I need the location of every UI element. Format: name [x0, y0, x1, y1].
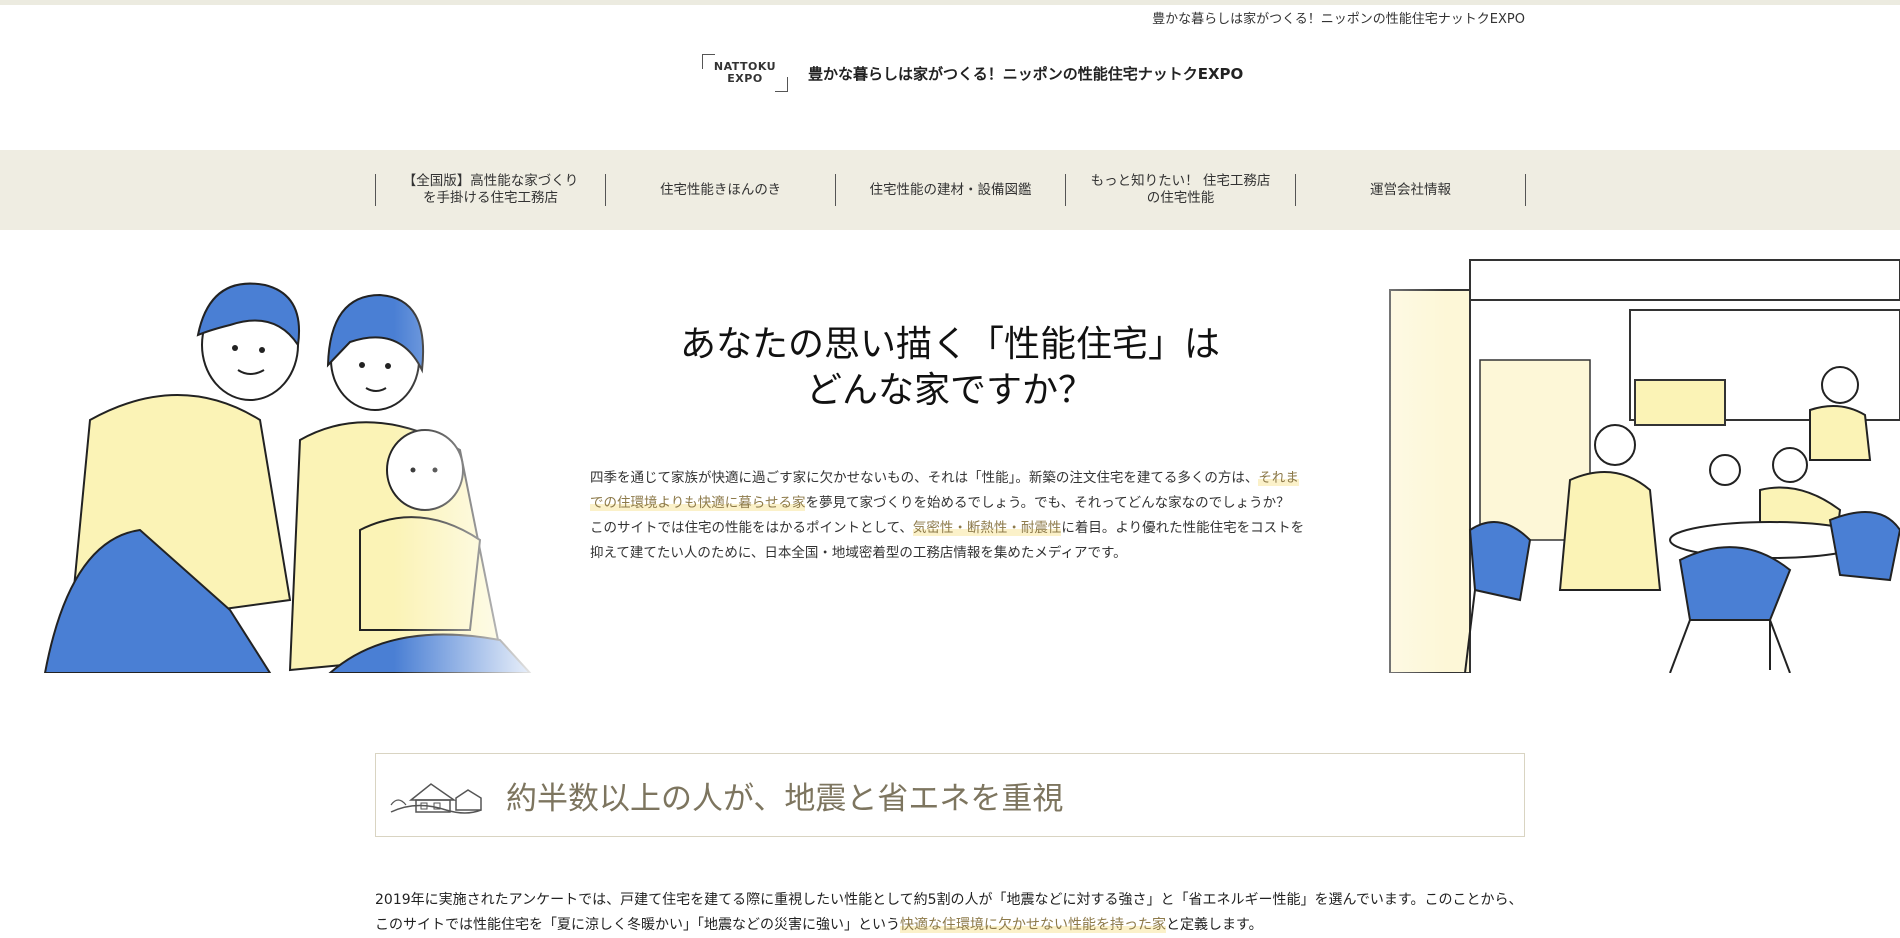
header-tagline: 豊かな暮らしは家がつくる！ニッポンの性能住宅ナットクEXPO: [1152, 12, 1525, 27]
hero-title: あなたの思い描く「性能住宅」は どんな家ですか？: [600, 322, 1300, 414]
hero-highlight-2: 気密性・断熱性・耐震性: [912, 520, 1062, 536]
top-strip: [0, 0, 1900, 5]
nav-item-more-info[interactable]: もっと知りたい！ 住宅工務店 の住宅性能: [1066, 173, 1296, 206]
section-text-2: と定義します。: [1166, 917, 1263, 933]
section-paragraph: 2019年に実施されたアンケートでは、戸建て住宅を建てる際に重視したい性能として…: [375, 888, 1535, 938]
hero-title-line-2: どんな家ですか？: [805, 370, 1094, 411]
site-title: 豊かな暮らしは家がつくる！ニッポンの性能住宅ナットクEXPO: [808, 64, 1244, 83]
site-logo: NATTOKU EXPO: [702, 54, 788, 92]
logo-line-2: EXPO: [727, 72, 763, 85]
nav-item-basics[interactable]: 住宅性能きほんのき: [606, 174, 836, 206]
site-logo-link[interactable]: NATTOKU EXPO 豊かな暮らしは家がつくる！ニッポンの性能住宅ナットクE…: [702, 54, 1243, 92]
section-heading-box: 約半数以上の人が、地震と省エネを重視: [375, 753, 1525, 837]
nav-item-company[interactable]: 運営会社情報: [1296, 174, 1526, 206]
main-nav: 【全国版】高性能な家づくり を手掛ける住宅工務店 住宅性能きほんのき 住宅性能の…: [0, 150, 1900, 230]
nav-item-materials[interactable]: 住宅性能の建材・設備図鑑: [836, 174, 1066, 206]
house-icon: [390, 783, 482, 814]
family-illustration: [30, 270, 550, 673]
section-highlight: 快適な住環境に欠かせない性能を持った家: [900, 917, 1166, 933]
section-title: 約半数以上の人が、地震と省エネを重視: [506, 780, 1064, 817]
hero-section: あなたの思い描く「性能住宅」は どんな家ですか？ 四季を通じて家族が快適に過ごす…: [0, 230, 1900, 673]
hero-description: 四季を通じて家族が快適に過ごす家に欠かせないもの、それは「性能」。新築の注文住宅…: [590, 466, 1305, 566]
dining-room-illustration: [1270, 230, 1900, 673]
hero-text-3: このサイトでは住宅の性能をはかるポイントとして、: [590, 520, 913, 536]
hero-text-2: を夢見て家づくりを始めるでしょう。でも、それってどんな家なのでしょうか？: [805, 495, 1290, 511]
nav-items: 【全国版】高性能な家づくり を手掛ける住宅工務店 住宅性能きほんのき 住宅性能の…: [375, 173, 1526, 206]
hero-text-1: 四季を通じて家族が快適に過ごす家に欠かせないもの、それは「性能」。新築の注文住宅…: [590, 470, 1259, 486]
hero-title-line-1: あなたの思い描く「性能住宅」は: [679, 324, 1220, 365]
nav-item-builders[interactable]: 【全国版】高性能な家づくり を手掛ける住宅工務店: [376, 173, 606, 206]
